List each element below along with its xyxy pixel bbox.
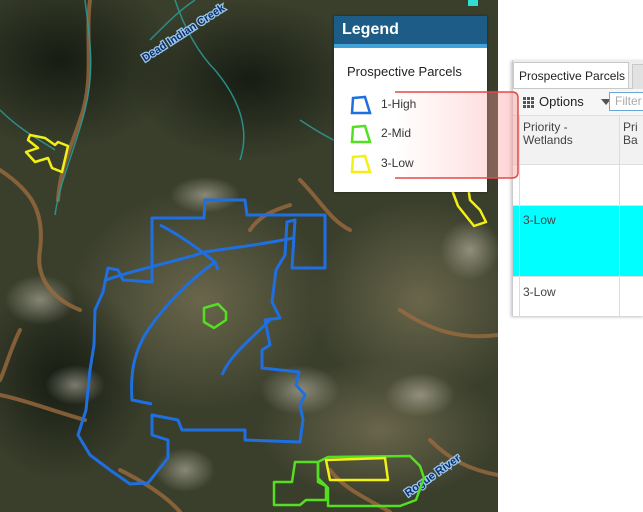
column-divider <box>619 116 620 316</box>
legend-item-label: 1-High <box>381 97 417 111</box>
polygon-swatch-icon <box>350 154 372 174</box>
table-row-selected[interactable]: 3-Low <box>513 206 643 277</box>
cyan-edge-marker <box>468 0 478 6</box>
legend-panel: Legend Prospective Parcels 1-High 2-Mid … <box>334 16 487 192</box>
table-header: Priority - Wetlands Pri Ba <box>513 116 643 165</box>
column-header-priority-wetlands[interactable]: Priority - Wetlands <box>523 121 573 147</box>
filter-input[interactable]: Filter <box>609 92 643 111</box>
attribute-table: Prospective Parcels Options Filter Prior… <box>512 60 643 316</box>
legend-item-label: 3-Low <box>381 156 414 170</box>
polygon-swatch-icon <box>350 124 372 144</box>
grid-icon <box>523 97 534 108</box>
tab-prospective-parcels[interactable]: Prospective Parcels <box>513 62 629 88</box>
table-row[interactable]: 3-Low <box>513 277 643 316</box>
column-divider <box>519 116 520 316</box>
cell-priority: 3-Low <box>523 285 556 299</box>
tab-next[interactable] <box>632 64 643 89</box>
legend-layer-title: Prospective Parcels <box>347 64 462 79</box>
cell-priority: 3-Low <box>523 213 556 227</box>
legend-item-label: 2-Mid <box>381 126 412 140</box>
table-row[interactable] <box>513 165 643 206</box>
column-header-priority-ba[interactable]: Pri Ba <box>623 121 638 147</box>
table-toolbar: Options Filter <box>513 89 643 116</box>
legend-header-stripe <box>334 44 487 48</box>
polygon-swatch-icon <box>350 95 372 115</box>
table-tab-bar: Prospective Parcels <box>513 60 643 89</box>
legend-header: Legend <box>334 16 487 44</box>
options-label: Options <box>539 94 584 109</box>
